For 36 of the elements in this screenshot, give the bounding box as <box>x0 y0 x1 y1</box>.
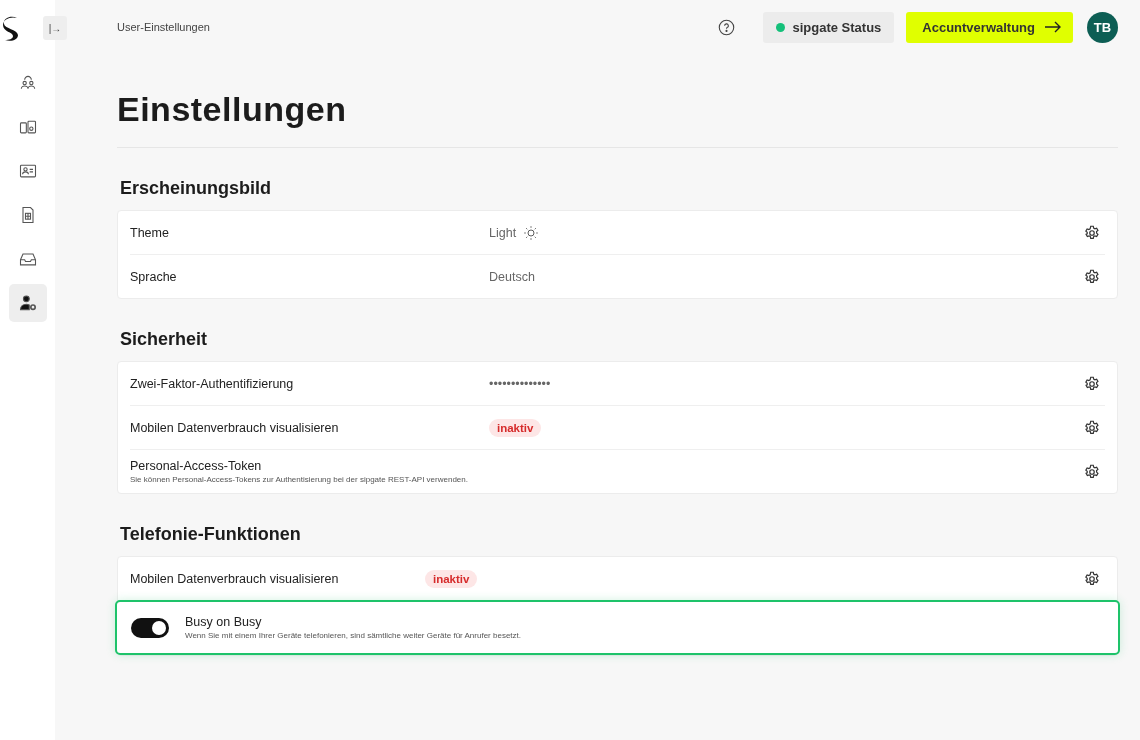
sun-icon <box>522 223 541 242</box>
section-title: Sicherheit <box>120 329 209 350</box>
user-settings-icon <box>17 293 38 313</box>
arrow-right-icon <box>1045 21 1061 33</box>
setting-label: Zwei-Faktor-Authentifizierung <box>130 376 295 391</box>
setting-description: Wenn Sie mit einem Ihrer Geräte telefonieren, sind sämtliche weiter Geräte für Anrufer besetzt. <box>185 631 521 640</box>
setting-value: •••••••••••••• <box>489 376 551 391</box>
breadcrumb[interactable]: User-Einstellungen <box>117 21 707 33</box>
user-avatar[interactable]: TB <box>1087 11 1118 43</box>
settings-icon[interactable] <box>1083 462 1101 481</box>
settings-icon[interactable] <box>1083 267 1101 286</box>
status-badge: inaktiv <box>425 569 478 588</box>
collapse-sidebar-button[interactable]: |→ <box>43 16 67 40</box>
toggle-switch[interactable] <box>131 617 169 638</box>
section-title: Erscheinungsbild <box>120 178 273 199</box>
page-title: Einstellungen <box>117 90 1118 148</box>
settings-icon[interactable] <box>1083 569 1101 588</box>
logo-icon <box>0 16 21 42</box>
setting-label: Personal-Access-Token <box>130 459 263 473</box>
setting-label: Sprache <box>130 269 178 284</box>
help-icon[interactable] <box>718 18 736 36</box>
settings-icon[interactable] <box>1083 418 1101 437</box>
nav-item[interactable] <box>8 284 47 322</box>
setting-description: Sie können Personal-Access-Tokens zur Authentisierung bei der sipgate REST-API verwenden. <box>130 475 469 484</box>
setting-label: Busy on Busy <box>185 615 263 629</box>
setting-label: Theme <box>130 225 170 240</box>
account-button[interactable]: Accuntverwaltung <box>906 11 1073 43</box>
settings-icon[interactable] <box>1083 374 1101 393</box>
setting-label: Mobilen Datenverbrauch visualisieren <box>130 571 340 586</box>
status-badge: inaktiv <box>489 418 542 437</box>
setting-value: Light <box>489 225 517 240</box>
status-button[interactable]: sipgate Status <box>763 11 895 43</box>
setting-value: Deutsch <box>489 269 535 284</box>
settings-icon[interactable] <box>1083 223 1101 242</box>
setting-label: Mobilen Datenverbrauch visualisieren <box>130 420 340 435</box>
section-title: Telefonie-Funktionen <box>120 524 302 545</box>
